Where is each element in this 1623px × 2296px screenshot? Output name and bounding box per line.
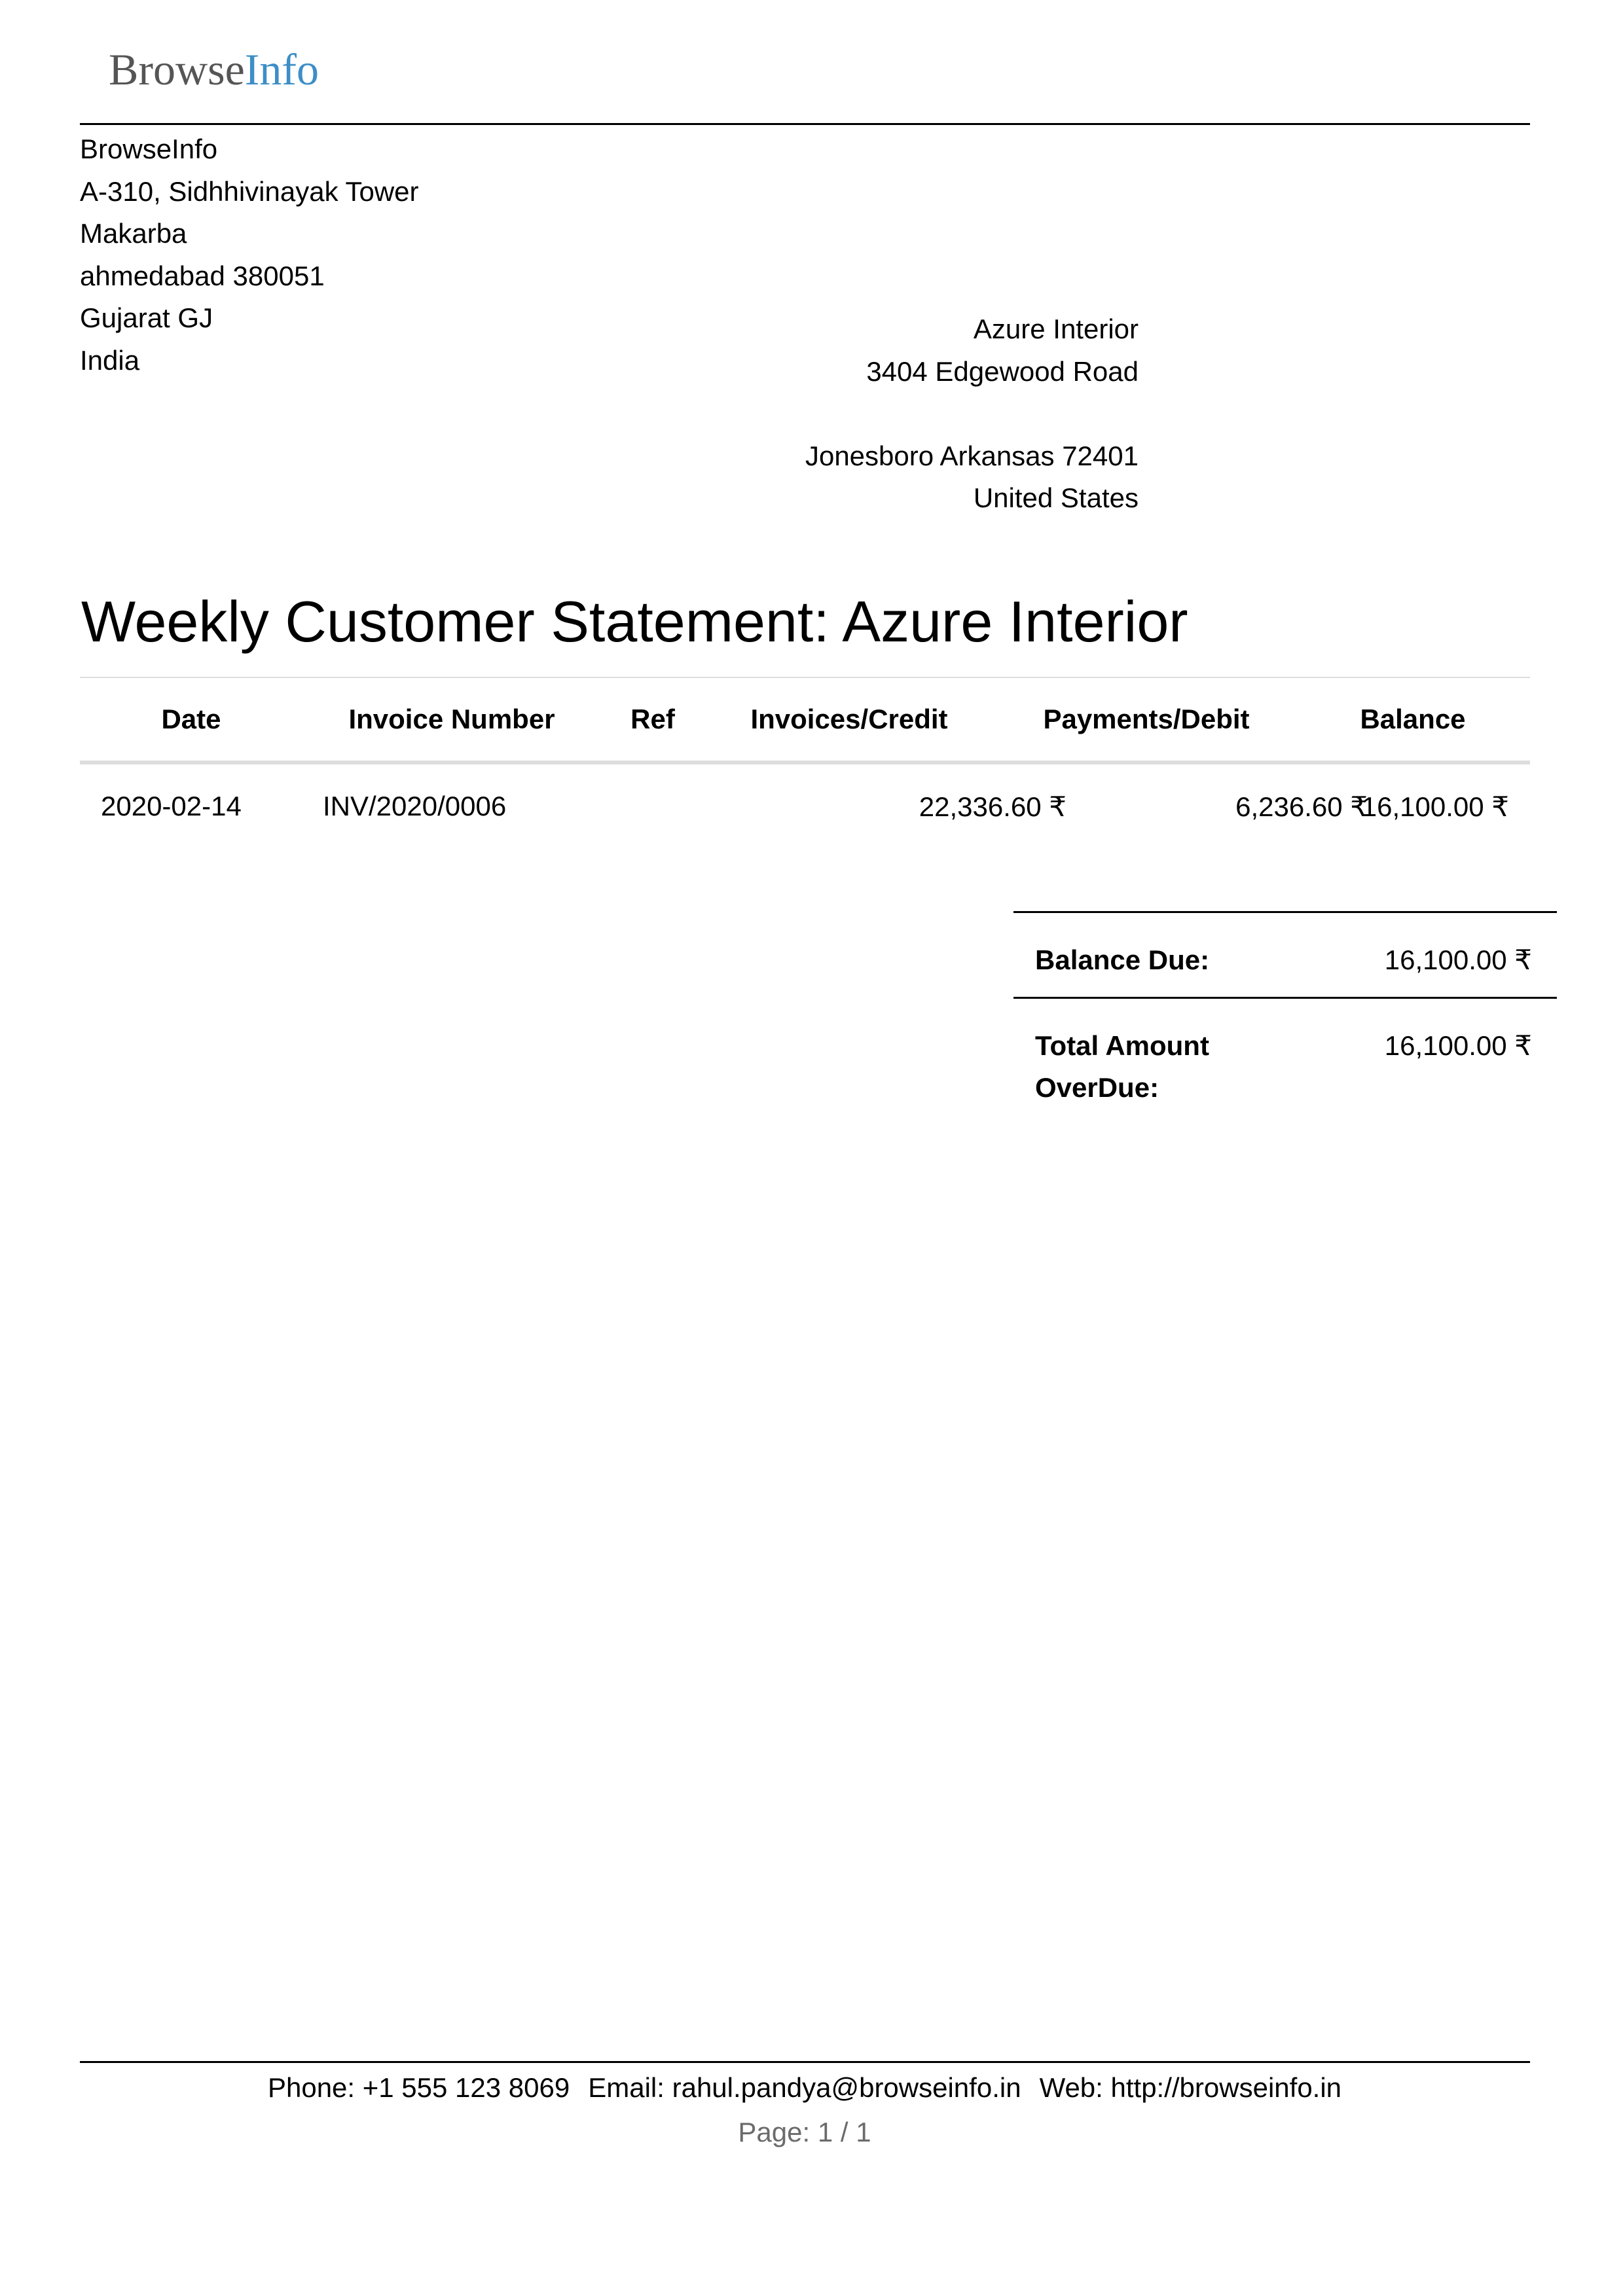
footer-divider — [80, 2061, 1530, 2063]
footer-web: Web: http://browseinfo.in — [1039, 2072, 1342, 2103]
total-overdue-row: Total Amount OverDue: 16,100.00 ₹ — [1013, 999, 1557, 1103]
balance-due-row: Balance Due: 16,100.00 ₹ — [1013, 913, 1557, 997]
total-overdue-label: Total Amount OverDue: — [1035, 1030, 1209, 1103]
totals-block: Balance Due: 16,100.00 ₹ Total Amount Ov… — [1013, 911, 1557, 1103]
table-row: 2020-02-14 INV/2020/0006 22,336.60 ₹ 6,2… — [80, 764, 1530, 843]
customer-name: Azure Interior — [973, 314, 1139, 344]
customer-address-line: United States — [973, 482, 1139, 513]
footer-contact: Phone: +1 555 123 8069 Email: rahul.pandy… — [0, 2068, 1609, 2108]
statement-table-header: Date Invoice Number Ref Invoices/Credit … — [80, 677, 1530, 764]
customer-address-line: 3404 Edgewood Road — [866, 355, 1139, 387]
column-header-invoices-credit: Invoices/Credit — [750, 704, 948, 734]
customer-address-line — [805, 393, 1139, 435]
company-address: BrowseInfo A-310, Sidhhivinayak Tower Ma… — [80, 128, 419, 382]
column-header-payments-debit: Payments/Debit — [1043, 704, 1250, 734]
logo-text-browse: Browse — [109, 45, 245, 94]
company-address-line: India — [80, 344, 140, 376]
column-header-balance: Balance — [1360, 704, 1466, 734]
footer-email: Email: rahul.pandya@browseinfo.in — [588, 2072, 1021, 2103]
cell-balance: 16,100.00 ₹ — [1361, 791, 1509, 822]
company-name: BrowseInfo — [80, 134, 218, 164]
statement-title: Weekly Customer Statement: Azure Interio… — [81, 589, 1188, 654]
customer-address-line: Jonesboro Arkansas 72401 — [805, 440, 1139, 471]
cell-invoice-number: INV/2020/0006 — [323, 791, 507, 821]
cell-date: 2020-02-14 — [101, 791, 242, 821]
balance-due-value: 16,100.00 ₹ — [1384, 944, 1532, 975]
customer-address: Azure Interior 3404 Edgewood Road Jonesb… — [805, 308, 1139, 520]
company-address-line: Makarba — [80, 218, 187, 249]
cell-payments-debit: 6,236.60 ₹ — [1235, 791, 1368, 822]
company-logo: BrowseInfo — [109, 47, 319, 92]
balance-due-label: Balance Due: — [1035, 944, 1210, 975]
company-address-line: A-310, Sidhhivinayak Tower — [80, 175, 419, 207]
column-header-ref: Ref — [630, 704, 675, 734]
column-header-invoice-number: Invoice Number — [348, 704, 555, 734]
page-number: Page: 1 / 1 — [738, 2117, 871, 2147]
logo-text-info: Info — [244, 45, 319, 94]
header-divider — [80, 123, 1530, 125]
company-address-line: ahmedabad 380051 — [80, 260, 325, 291]
column-header-date: Date — [161, 704, 221, 734]
cell-invoices-credit: 22,336.60 ₹ — [919, 791, 1067, 822]
total-overdue-value: 16,100.00 ₹ — [1384, 1030, 1532, 1061]
footer-phone: Phone: +1 555 123 8069 — [267, 2072, 570, 2103]
company-address-line: Gujarat GJ — [80, 302, 213, 333]
